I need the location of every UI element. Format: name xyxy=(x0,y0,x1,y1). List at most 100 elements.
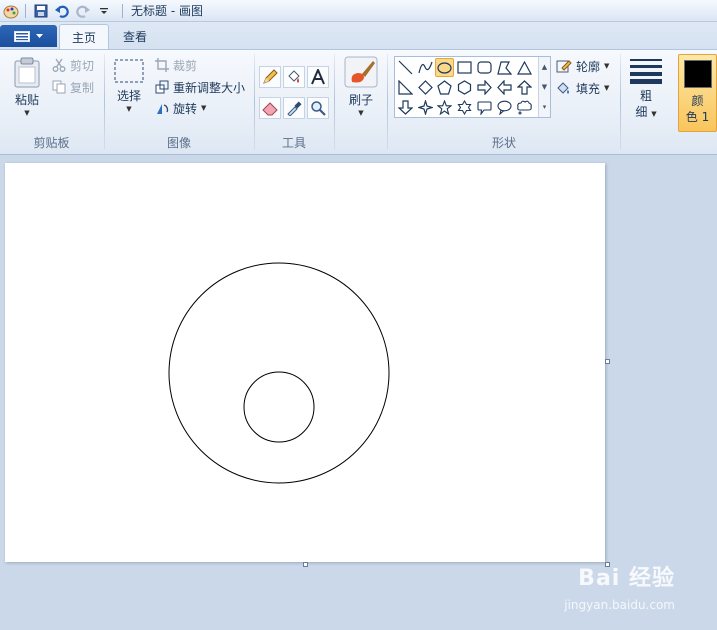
size-label-line1: 粗 xyxy=(639,89,652,103)
watermark-logo: Bai 经验 xyxy=(578,566,675,591)
right-triangle-shape[interactable] xyxy=(396,78,415,97)
fill-tool[interactable] xyxy=(283,66,305,88)
rounded-callout-shape[interactable] xyxy=(475,98,494,117)
oval-icon xyxy=(437,61,452,74)
scroll-up-icon[interactable]: ▲ xyxy=(542,63,547,71)
group-divider xyxy=(620,54,621,150)
oval-callout-shape[interactable] xyxy=(495,98,514,117)
image-group: 选择 ▼ 裁剪 重新调整大小 旋转 ▼ 图像 xyxy=(105,50,253,154)
line-shape[interactable] xyxy=(396,58,415,77)
scroll-down-icon[interactable]: ▼ xyxy=(542,83,547,91)
shapes-scrollbar[interactable]: ▲ ▼ ▾ xyxy=(538,57,550,117)
crop-icon xyxy=(155,58,169,72)
menu-icon xyxy=(14,30,30,42)
resize-handle-right[interactable] xyxy=(605,359,610,364)
brushes-button[interactable]: 刷子 ▼ xyxy=(341,56,381,118)
triangle-icon xyxy=(517,60,532,75)
size-button[interactable]: 粗细 ▼ xyxy=(626,58,666,120)
up-arrow-icon xyxy=(517,80,532,95)
rectangle-callout-icon xyxy=(477,101,492,115)
ribbon-tab-strip: 主页 查看 xyxy=(0,22,717,49)
copy-label: 复制 xyxy=(70,80,95,95)
paint-app-icon[interactable] xyxy=(3,3,19,19)
down-arrow-icon xyxy=(398,100,413,115)
redo-icon[interactable] xyxy=(74,2,92,20)
fill-button[interactable]: 填充 ▼ xyxy=(556,78,609,98)
pentagon-shape[interactable] xyxy=(435,78,454,97)
resize-handle-bottom[interactable] xyxy=(303,562,308,567)
left-arrow-shape[interactable] xyxy=(495,78,514,97)
save-icon[interactable] xyxy=(32,2,50,20)
six-point-star-shape[interactable] xyxy=(455,98,474,117)
color-1-label-line2: 色 1 xyxy=(685,110,710,124)
eraser-tool[interactable] xyxy=(259,97,281,119)
clipboard-group: 粘贴 ▼ 剪切 复制 剪贴板 xyxy=(0,50,103,154)
four-point-star-shape[interactable] xyxy=(416,98,435,117)
down-arrow-shape[interactable] xyxy=(396,98,415,117)
group-divider xyxy=(334,54,335,150)
window-title: 无标题 - 画图 xyxy=(131,4,203,18)
five-point-star-icon xyxy=(437,100,452,115)
tools-group: 工具 xyxy=(255,50,333,154)
drawing-canvas[interactable] xyxy=(5,163,605,562)
color-1-label: 颜 色 1 xyxy=(679,93,716,125)
paint-menu-button[interactable] xyxy=(0,25,57,47)
left-arrow-icon xyxy=(497,80,512,95)
hexagon-shape[interactable] xyxy=(455,78,474,97)
tab-view[interactable]: 查看 xyxy=(111,24,159,49)
expand-gallery-icon[interactable]: ▾ xyxy=(543,103,547,111)
right-arrow-shape[interactable] xyxy=(475,78,494,97)
paste-label: 粘贴 xyxy=(14,93,39,107)
pencil-tool[interactable] xyxy=(259,66,281,88)
customize-quick-access-icon[interactable] xyxy=(95,2,113,20)
image-group-label: 图像 xyxy=(166,136,191,150)
canvas-drawing xyxy=(168,262,390,484)
paint-bucket-icon xyxy=(288,70,300,83)
polygon-shape[interactable] xyxy=(495,58,514,77)
resize-button[interactable]: 重新调整大小 xyxy=(155,77,245,97)
cloud-callout-shape[interactable] xyxy=(515,98,534,117)
clipboard-icon xyxy=(14,57,40,88)
watermark-url: jingyan.baidu.com xyxy=(564,598,675,612)
rotate-button[interactable]: 旋转 ▼ xyxy=(155,98,206,118)
magnifier-icon xyxy=(311,101,326,116)
cut-button[interactable]: 剪切 xyxy=(52,55,94,75)
group-divider xyxy=(387,54,388,150)
rounded-rectangle-icon xyxy=(477,61,492,74)
color-picker-tool[interactable] xyxy=(283,97,305,119)
brush-icon xyxy=(344,56,378,88)
up-arrow-shape[interactable] xyxy=(515,78,534,97)
rectangle-icon xyxy=(457,61,472,74)
triangle-shape[interactable] xyxy=(515,58,534,77)
scissors-icon xyxy=(52,58,66,72)
diamond-icon xyxy=(418,80,433,95)
curve-shape[interactable] xyxy=(416,58,435,77)
rectangle-shape[interactable] xyxy=(455,58,474,77)
text-tool[interactable] xyxy=(307,66,329,88)
curve-icon xyxy=(418,61,433,74)
diamond-shape[interactable] xyxy=(416,78,435,97)
chevron-down-icon: ▼ xyxy=(358,109,364,117)
canvas-workspace[interactable] xyxy=(0,155,717,630)
tools-group-label: 工具 xyxy=(281,136,306,150)
line-icon xyxy=(398,60,413,75)
hexagon-icon xyxy=(457,80,472,95)
magnifier-tool[interactable] xyxy=(307,97,329,119)
crop-button[interactable]: 裁剪 xyxy=(155,55,197,75)
undo-icon[interactable] xyxy=(53,2,71,20)
shapes-gallery: ▲ ▼ ▾ xyxy=(394,56,551,118)
chevron-down-icon: ▼ xyxy=(651,110,657,118)
outline-button[interactable]: 轮廓 ▼ xyxy=(556,56,609,76)
oval-shape[interactable] xyxy=(435,58,454,77)
color-1-button[interactable]: 颜 色 1 xyxy=(678,54,717,132)
large-circle xyxy=(168,262,390,484)
copy-button[interactable]: 复制 xyxy=(52,77,94,97)
tab-home[interactable]: 主页 xyxy=(59,24,110,49)
rounded-rectangle-shape[interactable] xyxy=(475,58,494,77)
paste-button[interactable]: 粘贴 ▼ xyxy=(8,56,46,118)
small-circle xyxy=(243,371,315,443)
five-point-star-shape[interactable] xyxy=(435,98,454,117)
chevron-down-icon: ▼ xyxy=(604,62,610,70)
select-button[interactable]: 选择 ▼ xyxy=(111,58,147,114)
brushes-label: 刷子 xyxy=(348,93,373,107)
